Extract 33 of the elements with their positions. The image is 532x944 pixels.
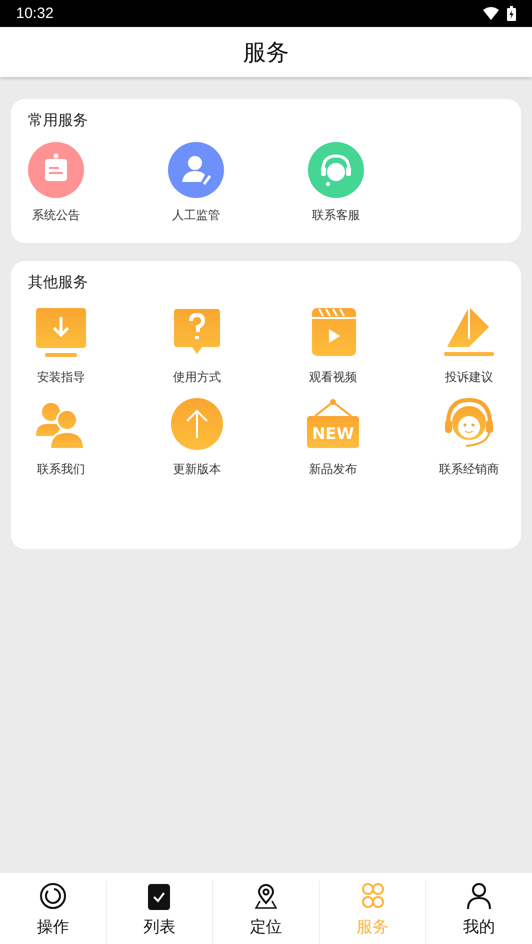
service-label: 新品发布 [309, 461, 357, 478]
service-label: 观看视频 [309, 369, 357, 386]
service-item[interactable]: 更新版本 [147, 396, 247, 478]
nav-tab[interactable]: 我的 [426, 881, 532, 944]
service-label: 系统公告 [32, 207, 80, 224]
service-item[interactable]: NEW 新品发布 [283, 396, 383, 478]
nav-tab[interactable]: 定位 [213, 881, 320, 944]
nav-tab[interactable]: 列表 [106, 881, 214, 944]
timer-icon [38, 881, 68, 911]
section-title: 常用服务 [28, 111, 89, 130]
service-label: 安装指导 [37, 369, 85, 386]
service-item[interactable]: 投诉建议 [419, 304, 519, 386]
service-item[interactable]: 系统公告 [11, 142, 101, 224]
service-item[interactable]: 联系我们 [11, 396, 111, 478]
service-label: 联系经销商 [439, 461, 499, 478]
service-item[interactable]: 观看视频 [283, 304, 383, 386]
service-label: 使用方式 [173, 369, 221, 386]
service-label: 人工监管 [172, 207, 220, 224]
nav-tab[interactable]: 操作 [0, 881, 107, 944]
service-item[interactable]: 使用方式 [147, 304, 247, 386]
service-label: 联系我们 [37, 461, 85, 478]
service-label: 联系客服 [312, 207, 360, 224]
service-item[interactable]: 联系经销商 [419, 396, 519, 478]
service-item[interactable]: 联系客服 [291, 142, 381, 224]
service-label: 更新版本 [173, 461, 221, 478]
service-label: 投诉建议 [445, 369, 493, 386]
wifi-icon [483, 7, 499, 20]
page-title: 服务 [243, 38, 289, 68]
battery-icon [507, 6, 516, 21]
service-item[interactable]: 人工监管 [151, 142, 241, 224]
service-item[interactable]: 安装指导 [11, 304, 111, 386]
section-title: 其他服务 [28, 273, 89, 292]
status-time: 10:32 [16, 5, 54, 22]
